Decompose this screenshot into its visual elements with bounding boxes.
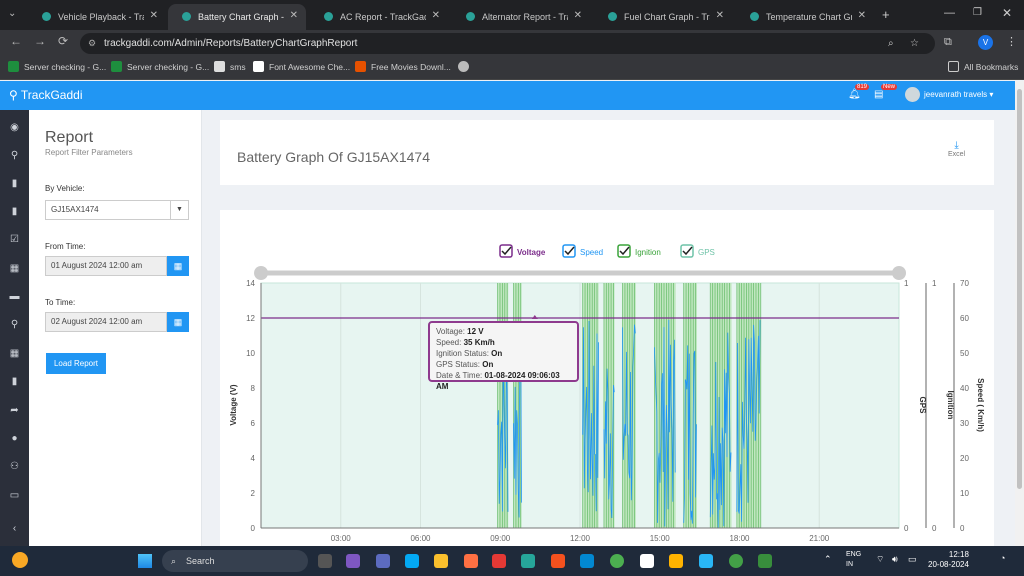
voltage-tick-label: 6 — [251, 419, 256, 428]
app-icon-11[interactable] — [610, 554, 624, 568]
speed-axis-title: Speed ( Km/h) — [976, 378, 985, 432]
clock[interactable]: 12:18 20-08-2024 — [928, 550, 969, 570]
tt-value: On — [482, 360, 494, 369]
taskbar-search[interactable]: ⌕ Search — [162, 550, 308, 572]
speed-tick-label: 50 — [960, 349, 969, 358]
x-tick-label: 03:00 — [331, 534, 352, 543]
battery-chart: 03:00 06:00 09:00 12:00 15:00 18:00 21:00 0 2 4 6 8… — [229, 244, 985, 543]
tt-value: 12 V — [467, 327, 484, 336]
speed-tick-label: 0 — [960, 524, 965, 533]
wifi-icon[interactable]: ⌔ — [876, 554, 884, 565]
app-icon-7[interactable] — [492, 554, 506, 568]
x-tick-label: 06:00 — [410, 534, 431, 543]
notification-icon[interactable]: ◔ — [1000, 553, 1005, 563]
tooltip-datetime-row: Date & Time: 01-08-2024 09:06:03 AM — [436, 370, 571, 392]
app-icon-12[interactable] — [640, 554, 654, 568]
speed-tick-label: 20 — [960, 454, 969, 463]
gps-axis-title: GPS — [918, 397, 927, 415]
tt-label: Speed: — [436, 338, 462, 347]
speed-tick-label: 10 — [960, 489, 969, 498]
tooltip-gps-row: GPS Status: On — [436, 359, 571, 370]
app-icon-16[interactable] — [758, 554, 772, 568]
tt-label: Ignition Status: — [436, 349, 489, 358]
speed-tick-label: 70 — [960, 279, 969, 288]
legend-label-ignition: Ignition — [635, 248, 661, 257]
x-tick-label: 21:00 — [809, 534, 830, 543]
battery-icon[interactable]: ▭ — [908, 554, 917, 565]
windows-taskbar: ⌕ Search ⌃ ENG IN ⌔ 🔊︎ ▭ 12:18 20-08-2024 ◔ — [0, 546, 1024, 576]
tt-value: On — [491, 349, 503, 358]
ignition-tick-label: 0 — [932, 524, 937, 533]
language-indicator[interactable]: ENG IN — [846, 550, 861, 570]
app-icon-14[interactable] — [699, 554, 713, 568]
tt-label: Voltage: — [436, 327, 465, 336]
voltage-axis-title: Voltage (V) — [229, 384, 238, 426]
page-scrollbar[interactable] — [1015, 81, 1024, 546]
tooltip-ignition-row: Ignition Status: On — [436, 348, 571, 359]
app-icon-6[interactable] — [464, 554, 478, 568]
voltage-tick-label: 4 — [251, 454, 256, 463]
app-icon-1[interactable] — [318, 554, 332, 568]
voltage-tick-label: 8 — [251, 384, 256, 393]
app-icon-5[interactable] — [434, 554, 448, 568]
speed-tick-label: 40 — [960, 384, 969, 393]
voltage-tick-label: 12 — [246, 314, 255, 323]
app-icon-2[interactable] — [346, 554, 360, 568]
gps-tick-label: 1 — [904, 279, 909, 288]
tooltip-voltage-row: Voltage: 12 V — [436, 326, 571, 337]
tt-label: GPS Status: — [436, 360, 481, 369]
app-icon-13[interactable] — [669, 554, 683, 568]
gps-tick-label: 0 — [904, 524, 909, 533]
speed-tick-label: 30 — [960, 419, 969, 428]
voltage-tick-label: 14 — [246, 279, 255, 288]
x-tick-label: 15:00 — [650, 534, 671, 543]
app-icon-9[interactable] — [551, 554, 565, 568]
legend-label-speed: Speed — [580, 248, 603, 257]
voltage-tick-label: 2 — [251, 489, 256, 498]
x-tick-label: 12:00 — [570, 534, 591, 543]
app-icon-8[interactable] — [521, 554, 535, 568]
voltage-tick-label: 0 — [251, 524, 256, 533]
app-icon-10[interactable] — [580, 554, 594, 568]
ignition-axis-title: Ignition — [946, 391, 955, 420]
tooltip-speed-row: Speed: 35 Km/h — [436, 337, 571, 348]
app-icon-4[interactable] — [405, 554, 419, 568]
tt-label: Date & Time: — [436, 371, 483, 380]
voltage-tick-label: 10 — [246, 349, 255, 358]
ignition-tick-label: 1 — [932, 279, 937, 288]
chart-tooltip: Voltage: 12 V Speed: 35 Km/h Ignition St… — [428, 321, 579, 391]
search-icon: ⌕ — [171, 556, 177, 566]
app-icon-3[interactable] — [376, 554, 390, 568]
volume-icon[interactable]: 🔊︎ — [892, 554, 898, 565]
tt-value: 35 Km/h — [463, 338, 495, 347]
legend-label-voltage: Voltage — [517, 248, 546, 257]
legend-label-gps: GPS — [698, 248, 715, 257]
tray-chevron-icon[interactable]: ⌃ — [824, 554, 832, 565]
speed-tick-label: 60 — [960, 314, 969, 323]
x-tick-label: 09:00 — [490, 534, 511, 543]
scrollbar-thumb[interactable] — [1017, 89, 1022, 489]
range-slider-handle-left — [254, 266, 268, 280]
weather-icon[interactable] — [12, 552, 28, 568]
app-icon-15[interactable] — [729, 554, 743, 568]
start-button[interactable] — [138, 554, 152, 568]
x-tick-label: 18:00 — [729, 534, 750, 543]
range-slider-handle-right — [892, 266, 906, 280]
